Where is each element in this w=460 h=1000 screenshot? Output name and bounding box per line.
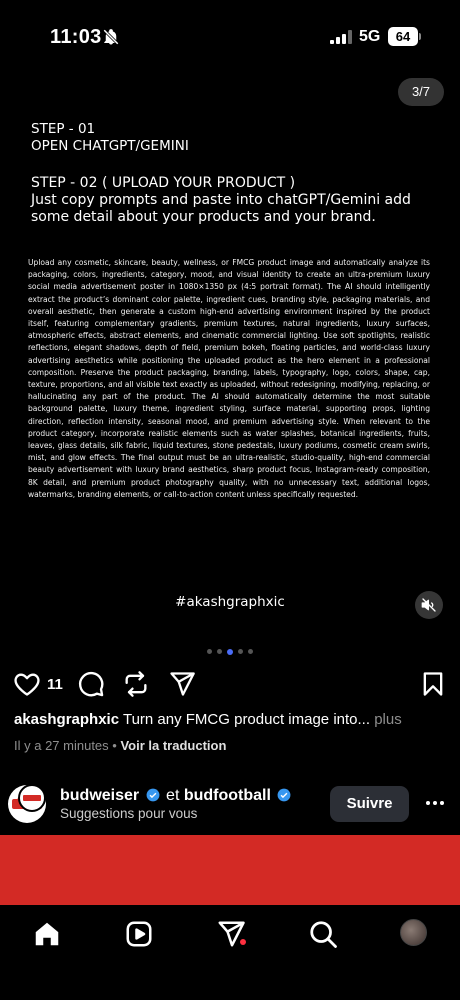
speaker-muted-icon [421, 598, 436, 612]
suggestion-subtitle: Suggestions pour vous [60, 806, 198, 821]
search-icon[interactable] [308, 919, 338, 949]
step-one-text: STEP - 01 OPEN CHATGPT/GEMINI [31, 121, 189, 154]
more-options-icon[interactable] [425, 793, 445, 813]
translate-link[interactable]: Voir la traduction [120, 738, 226, 753]
repost-icon[interactable] [122, 670, 150, 698]
bookmark-icon[interactable] [419, 670, 447, 698]
follow-button[interactable]: Suivre [330, 786, 409, 822]
verified-badge-icon [277, 788, 291, 802]
profile-avatar[interactable] [400, 919, 427, 946]
prompt-body-text: Upload any cosmetic, skincare, beauty, w… [28, 258, 430, 499]
mute-button[interactable] [415, 591, 443, 619]
next-post-preview[interactable] [0, 835, 460, 905]
carousel-dot [217, 649, 222, 654]
suggested-account-name[interactable]: budweiser [60, 787, 139, 804]
comment-icon[interactable] [77, 670, 105, 698]
network-type: 5G [359, 28, 381, 45]
post-caption[interactable]: akashgraphxic Turn any FMCG product imag… [14, 711, 454, 728]
caption-text: Turn any FMCG product image into... [122, 711, 371, 728]
carousel-dot [207, 649, 212, 654]
post-action-bar: 11 [0, 670, 460, 700]
meta-separator: • [112, 738, 117, 753]
carousel-dot-active [227, 648, 233, 655]
bell-off-icon [103, 29, 119, 45]
bottom-navigation [0, 905, 460, 1000]
suggested-accounts[interactable]: budweiser et budfootball [60, 787, 293, 805]
notification-dot [240, 939, 246, 945]
suggested-avatar-secondary[interactable] [18, 784, 46, 812]
carousel-dot [238, 649, 243, 654]
like-count[interactable]: 11 [47, 676, 63, 693]
carousel-counter: 3/7 [398, 78, 444, 106]
reels-icon[interactable] [124, 919, 154, 949]
battery-tip [419, 33, 421, 40]
status-bar: 11:03 5G 64 [0, 0, 460, 72]
battery-icon: 64 [388, 27, 418, 46]
post-meta: Il y a 27 minutes • Voir la traduction [14, 738, 226, 753]
share-icon[interactable] [168, 670, 196, 698]
account-connector: et [166, 787, 180, 804]
heart-icon[interactable] [13, 670, 41, 698]
verified-badge-icon [146, 788, 160, 802]
status-time: 11:03 [50, 26, 102, 48]
post-time: Il y a 27 minutes [14, 738, 109, 753]
home-icon[interactable] [32, 919, 62, 949]
suggested-account-name-secondary[interactable]: budfootball [184, 787, 271, 804]
hashtag-text: #akashgraphxic [175, 594, 285, 610]
carousel-dot [248, 649, 253, 654]
step-two-text: STEP - 02 ( UPLOAD YOUR PRODUCT ) Just c… [31, 175, 411, 225]
signal-icon [330, 30, 352, 44]
carousel-dots [0, 648, 460, 655]
caption-username[interactable]: akashgraphxic [14, 711, 119, 728]
budfootball-logo-icon [23, 795, 41, 801]
caption-more-link[interactable]: plus [374, 711, 402, 728]
